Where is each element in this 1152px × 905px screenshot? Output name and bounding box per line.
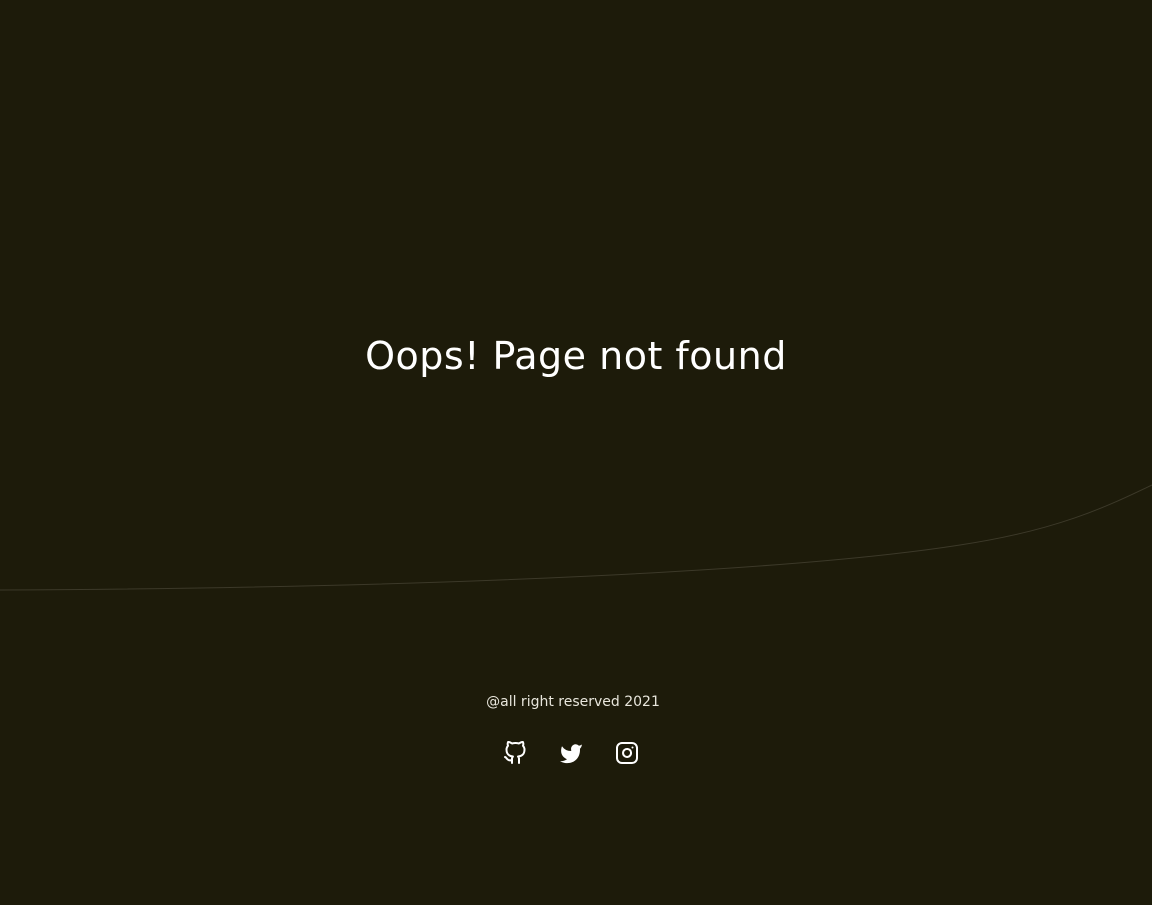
twitter-icon [560,744,582,764]
social-links [0,741,1142,767]
github-icon [504,741,526,764]
instagram-link[interactable] [615,741,639,767]
error-message: Oops! Page not found [365,334,787,378]
twitter-link[interactable] [559,741,583,767]
instagram-icon [616,742,638,764]
decorative-wave-line [0,484,1152,591]
github-link[interactable] [503,741,527,767]
copyright-text: @all right reserved 2021 [486,694,660,710]
